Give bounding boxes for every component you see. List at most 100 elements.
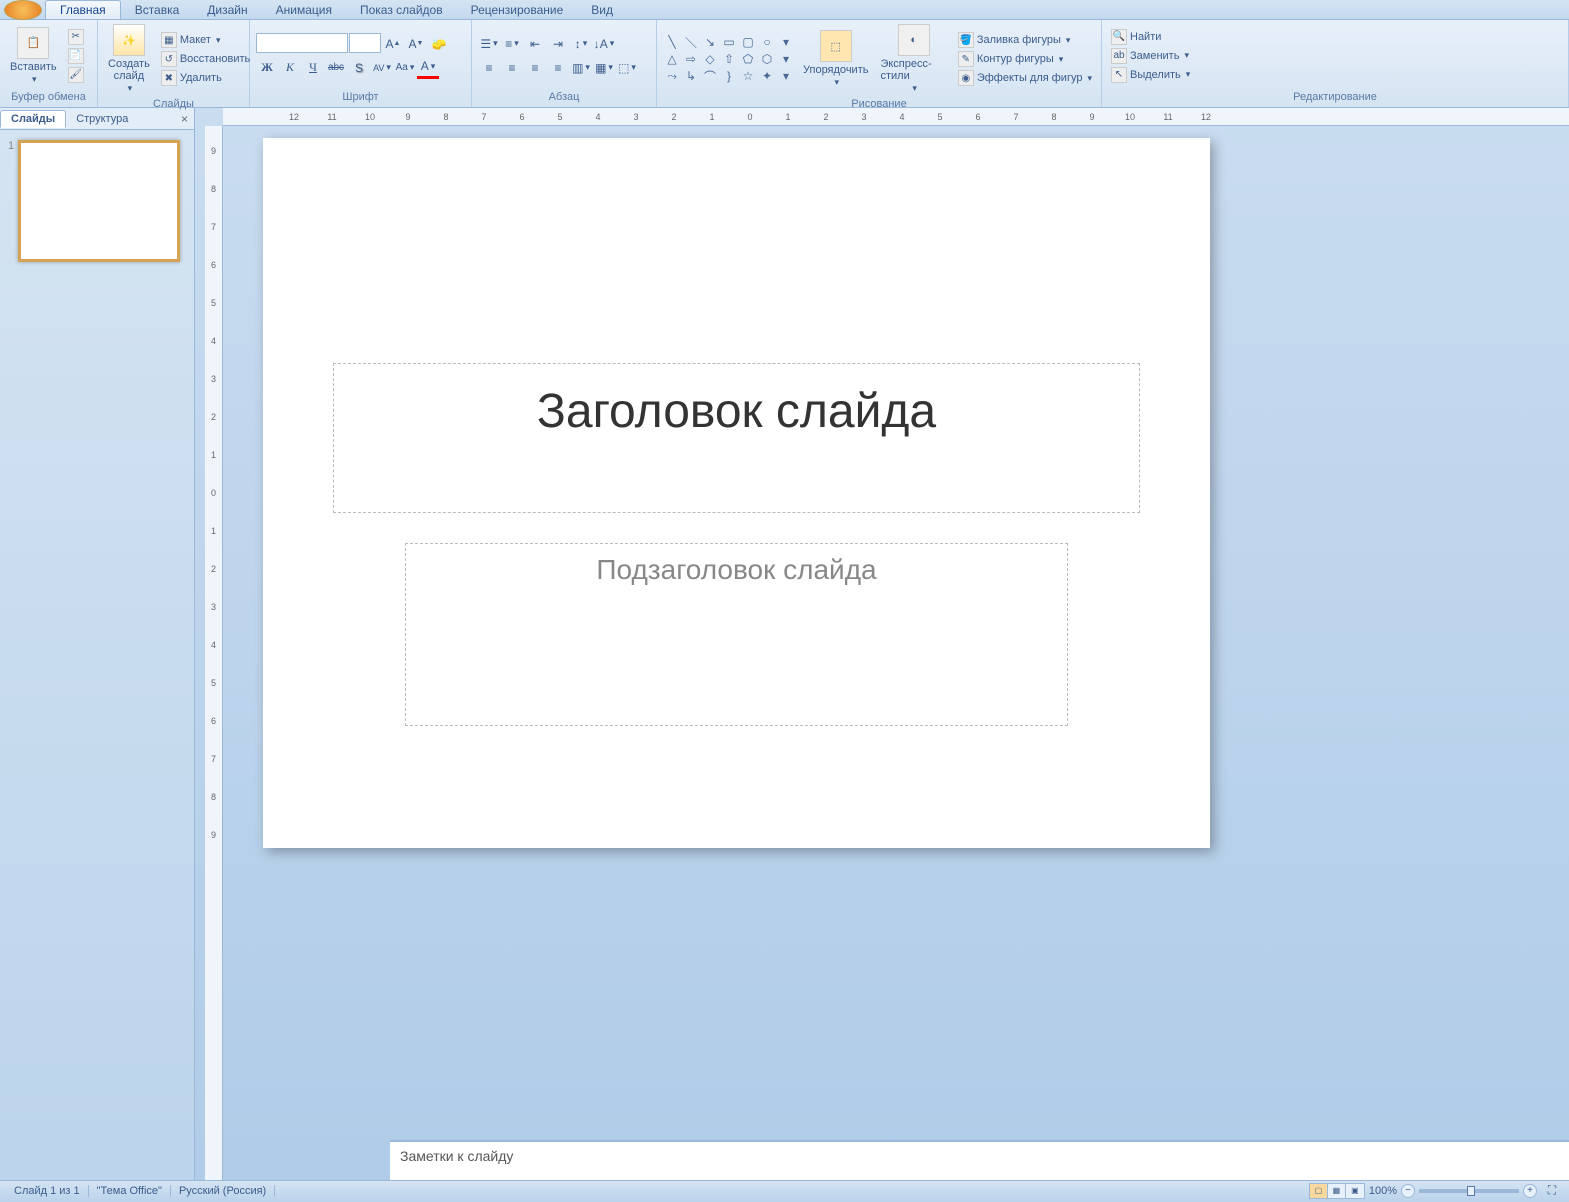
layout-button[interactable]: ▦Макет (158, 31, 253, 49)
shape-outline-button[interactable]: ✎Контур фигуры (955, 50, 1095, 68)
replace-button[interactable]: abЗаменить (1108, 47, 1193, 65)
shape-more3-icon[interactable]: ▾ (777, 68, 795, 84)
fit-window-button[interactable]: ⛶ (1541, 1180, 1563, 1202)
office-button[interactable] (4, 0, 42, 20)
sorter-view-button[interactable]: ▦ (1328, 1184, 1346, 1198)
horizontal-ruler[interactable]: 1211109876543210123456789101112 (223, 108, 1569, 126)
font-color-button[interactable]: A (417, 57, 439, 79)
slideshow-view-button[interactable]: ▣ (1346, 1184, 1364, 1198)
shape-diamond-icon[interactable]: ◇ (701, 51, 719, 67)
bold-button[interactable]: Ж (256, 57, 278, 79)
reset-button[interactable]: ↺Восстановить (158, 50, 253, 68)
decrease-indent-button[interactable]: ⇤ (524, 33, 546, 55)
tab-slideshow[interactable]: Показ слайдов (346, 1, 457, 19)
panel-tab-outline[interactable]: Структура (66, 111, 138, 127)
shape-uparrow-icon[interactable]: ⇧ (720, 51, 738, 67)
group-editing: 🔍Найти abЗаменить ↖Выделить Редактирован… (1102, 20, 1569, 107)
shape-more1-icon[interactable]: ▾ (777, 34, 795, 50)
tab-view[interactable]: Вид (577, 1, 627, 19)
font-family-combo[interactable] (256, 33, 348, 53)
zoom-out-button[interactable]: − (1401, 1184, 1415, 1198)
shape-roundrect-icon[interactable]: ▢ (739, 34, 757, 50)
workspace: Слайды Структура × 1 1211109876543210123… (0, 108, 1569, 1180)
tab-insert[interactable]: Вставка (121, 1, 194, 19)
tab-design[interactable]: Дизайн (193, 1, 261, 19)
delete-slide-button[interactable]: ✖Удалить (158, 69, 253, 87)
change-case-button[interactable]: Aa (394, 57, 416, 79)
tab-home[interactable]: Главная (45, 0, 121, 19)
shape-arrow-icon[interactable]: ↘ (701, 34, 719, 50)
zoom-slider[interactable] (1419, 1189, 1519, 1193)
font-size-combo[interactable] (349, 33, 381, 53)
shape-fill-button[interactable]: 🪣Заливка фигуры (955, 31, 1095, 49)
increase-font-button[interactable]: A▲ (382, 33, 404, 55)
align-justify-button[interactable]: ≡ (547, 57, 569, 79)
shape-line-icon[interactable]: ╲ (663, 34, 681, 50)
copy-button[interactable]: 📄 (65, 47, 87, 65)
text-direction-button[interactable]: ↓A (593, 33, 615, 55)
smartart-button[interactable]: ⬚ (616, 57, 638, 79)
slide-canvas[interactable]: Заголовок слайда Подзаголовок слайда (263, 138, 1210, 848)
title-placeholder[interactable]: Заголовок слайда (333, 363, 1140, 513)
underline-button[interactable]: Ч (302, 57, 324, 79)
increase-indent-button[interactable]: ⇥ (547, 33, 569, 55)
ribbon: 📋 Вставить ✂ 📄 🖌 Буфер обмена ✨ Создать … (0, 20, 1569, 108)
status-theme[interactable]: "Тема Office" (89, 1185, 171, 1197)
subtitle-placeholder-text: Подзаголовок слайда (596, 544, 876, 586)
shape-triangle-icon[interactable]: △ (663, 51, 681, 67)
normal-view-button[interactable]: ▢ (1310, 1184, 1328, 1198)
shape-curve-icon[interactable]: ⤳ (663, 68, 681, 84)
panel-close-button[interactable]: × (181, 112, 188, 126)
decrease-font-button[interactable]: A▼ (405, 33, 427, 55)
numbering-button[interactable]: ≡ (501, 33, 523, 55)
status-slide-count[interactable]: Слайд 1 из 1 (6, 1185, 89, 1197)
shape-oval-icon[interactable]: ○ (758, 34, 776, 50)
text-shadow-button[interactable]: S (348, 57, 370, 79)
paste-button[interactable]: 📋 Вставить (6, 25, 61, 87)
shape-rect-icon[interactable]: ▭ (720, 34, 738, 50)
italic-button[interactable]: К (279, 57, 301, 79)
shape-callout-icon[interactable]: ✦ (758, 68, 776, 84)
layout-label: Макет (180, 34, 211, 46)
find-button[interactable]: 🔍Найти (1108, 28, 1193, 46)
align-left-button[interactable]: ≡ (478, 57, 500, 79)
shape-connector-icon[interactable]: ↳ (682, 68, 700, 84)
new-slide-button[interactable]: ✨ Создать слайд (104, 22, 154, 96)
tab-animation[interactable]: Анимация (262, 1, 346, 19)
slide-thumbnail-1[interactable] (18, 140, 180, 262)
format-painter-button[interactable]: 🖌 (65, 66, 87, 84)
shape-pentagon-icon[interactable]: ⬠ (739, 51, 757, 67)
zoom-in-button[interactable]: + (1523, 1184, 1537, 1198)
strike-button[interactable]: abc (325, 57, 347, 79)
align-right-button[interactable]: ≡ (524, 57, 546, 79)
zoom-slider-thumb[interactable] (1467, 1186, 1475, 1196)
subtitle-placeholder[interactable]: Подзаголовок слайда (405, 543, 1068, 726)
shape-brace-icon[interactable]: } (720, 68, 738, 84)
shapes-gallery[interactable]: ╲ ＼ ↘ ▭ ▢ ○ ▾ △ ⇨ ◇ ⇧ ⬠ ⬡ ▾ ⤳ ↳ ⌒ } ☆ ✦ (663, 34, 795, 84)
columns-button[interactable]: ▥ (570, 57, 592, 79)
shape-line2-icon[interactable]: ＼ (682, 34, 700, 50)
notes-pane[interactable]: Заметки к слайду (390, 1140, 1569, 1180)
char-spacing-button[interactable]: AV (371, 57, 393, 79)
panel-tab-slides[interactable]: Слайды (0, 110, 66, 128)
arrange-button[interactable]: ⬚ Упорядочить (799, 28, 872, 90)
line-spacing-button[interactable]: ↕ (570, 33, 592, 55)
shape-arc-icon[interactable]: ⌒ (701, 68, 719, 84)
select-button[interactable]: ↖Выделить (1108, 66, 1193, 84)
cut-button[interactable]: ✂ (65, 28, 87, 46)
vertical-ruler[interactable]: 9876543210123456789 (205, 126, 223, 1180)
status-language[interactable]: Русский (Россия) (171, 1185, 275, 1197)
shape-hex-icon[interactable]: ⬡ (758, 51, 776, 67)
quick-styles-button[interactable]: ◐ Экспресс-стили (876, 22, 950, 96)
zoom-level[interactable]: 100% (1369, 1185, 1397, 1197)
shape-more2-icon[interactable]: ▾ (777, 51, 795, 67)
shape-rarrow-icon[interactable]: ⇨ (682, 51, 700, 67)
shape-star-icon[interactable]: ☆ (739, 68, 757, 84)
notes-placeholder-text: Заметки к слайду (400, 1148, 513, 1164)
bullets-button[interactable]: ☰ (478, 33, 500, 55)
clear-format-button[interactable]: 🧽 (428, 33, 450, 55)
tab-review[interactable]: Рецензирование (457, 1, 578, 19)
align-text-button[interactable]: ▦ (593, 57, 615, 79)
shape-effects-button[interactable]: ◉Эффекты для фигур (955, 69, 1095, 87)
align-center-button[interactable]: ≡ (501, 57, 523, 79)
